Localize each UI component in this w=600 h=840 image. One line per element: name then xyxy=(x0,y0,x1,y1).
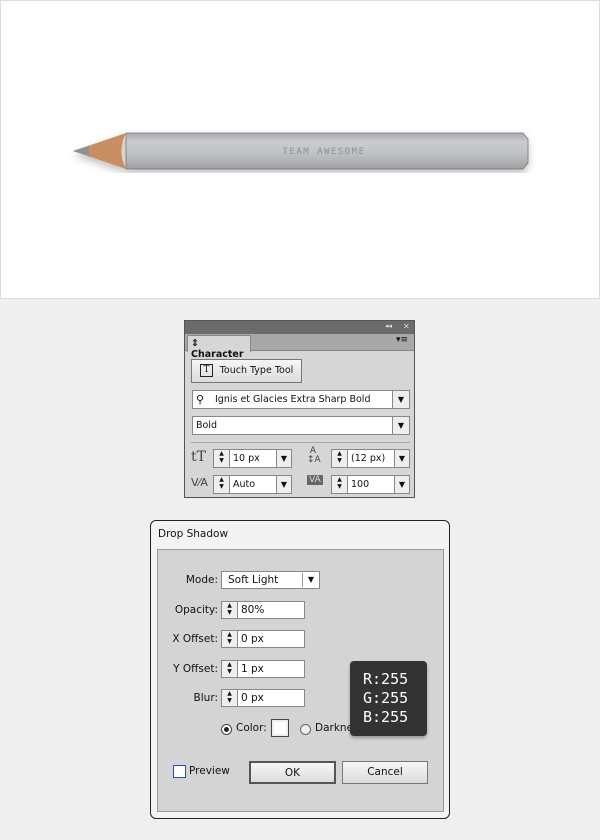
kerning-value: Auto xyxy=(233,479,256,490)
tracking-value: 100 xyxy=(351,479,370,490)
tooltip-green: G:255 xyxy=(363,689,409,707)
opacity-stepper[interactable]: ▲ ▼ xyxy=(221,601,238,619)
font-style-value: Bold xyxy=(196,420,217,431)
dialog-title: Drop Shadow xyxy=(158,528,229,540)
search-icon: ⚲ xyxy=(196,393,205,406)
character-panel: ◂◂ ✕ ⇕ Character ▾≡ T Touch Type Tool ⚲ … xyxy=(184,320,415,498)
color-tooltip: R:255 G:255 B:255 xyxy=(350,661,427,736)
preview-checkbox[interactable] xyxy=(173,765,186,778)
mode-dropdown[interactable]: Soft Light ▼ xyxy=(221,571,320,589)
darkness-radio[interactable] xyxy=(300,724,311,735)
preview-label: Preview xyxy=(189,765,230,777)
leading-stepper[interactable]: ▲ ▼ xyxy=(331,449,348,468)
opacity-label: Opacity: xyxy=(174,604,218,616)
color-radio[interactable] xyxy=(221,724,232,735)
tooltip-red: R:255 xyxy=(363,670,409,688)
leading-icon: A ↕A xyxy=(307,446,321,465)
color-swatch[interactable] xyxy=(271,719,289,737)
tab-character[interactable]: ⇕ Character xyxy=(187,335,251,360)
tracking-icon: VA xyxy=(307,475,323,485)
y-offset-stepper[interactable]: ▲ ▼ xyxy=(221,660,238,678)
x-offset-input[interactable]: 0 px xyxy=(237,630,305,648)
font-family-value: Ignis et Glacies Extra Sharp Bold xyxy=(215,394,371,405)
chevron-down-icon[interactable]: ▼ xyxy=(394,476,409,493)
y-offset-label: Y Offset: xyxy=(173,663,218,675)
touch-type-tool-button[interactable]: T Touch Type Tool xyxy=(191,359,302,383)
font-family-dropdown[interactable]: ⚲ Ignis et Glacies Extra Sharp Bold ▼ xyxy=(192,390,410,409)
kerning-input[interactable]: Auto ▼ xyxy=(229,475,292,494)
artboard: TEAM AWESOME xyxy=(0,0,600,299)
cancel-button[interactable]: Cancel xyxy=(342,761,428,784)
x-offset-label: X Offset: xyxy=(172,633,218,645)
chevron-down-icon[interactable]: ▼ xyxy=(276,476,291,493)
collapse-icon[interactable]: ◂◂ xyxy=(385,322,392,330)
color-label: Color: xyxy=(236,722,267,734)
darkness-label: Darkne xyxy=(315,722,354,734)
touch-type-icon: T xyxy=(200,364,213,377)
x-offset-stepper[interactable]: ▲ ▼ xyxy=(221,630,238,648)
kerning-stepper[interactable]: ▲ ▼ xyxy=(213,475,230,494)
y-offset-input[interactable]: 1 px xyxy=(237,660,305,678)
font-size-input[interactable]: 10 px ▼ xyxy=(229,449,292,468)
divider xyxy=(191,442,410,443)
font-size-stepper[interactable]: ▲ ▼ xyxy=(213,449,230,468)
chevron-down-icon[interactable]: ▼ xyxy=(276,450,291,467)
blur-label: Blur: xyxy=(193,692,218,704)
opacity-input[interactable]: 80% xyxy=(237,601,305,619)
chevron-down-icon[interactable]: ▼ xyxy=(392,391,409,408)
kerning-icon: V⁄A xyxy=(191,476,208,489)
font-style-dropdown[interactable]: Bold ▼ xyxy=(192,416,410,435)
font-size-value: 10 px xyxy=(233,453,260,464)
panel-menu-icon[interactable]: ▾≡ xyxy=(396,335,408,345)
tracking-input[interactable]: 100 ▼ xyxy=(347,475,410,494)
chevron-down-icon: ▼ xyxy=(302,573,319,587)
chevron-down-icon[interactable]: ▼ xyxy=(394,450,409,467)
close-icon[interactable]: ✕ xyxy=(403,322,410,331)
blur-stepper[interactable]: ▲ ▼ xyxy=(221,689,238,707)
panel-tab-bar: ⇕ Character ▾≡ xyxy=(185,334,414,360)
pencil-label: TEAM AWESOME xyxy=(282,147,365,157)
chevron-down-icon[interactable]: ▼ xyxy=(392,417,409,434)
font-size-icon: tT xyxy=(191,449,206,465)
leading-input[interactable]: (12 px) ▼ xyxy=(347,449,410,468)
leading-value: (12 px) xyxy=(351,453,386,464)
tracking-stepper[interactable]: ▲ ▼ xyxy=(331,475,348,494)
blur-input[interactable]: 0 px xyxy=(237,689,305,707)
tooltip-blue: B:255 xyxy=(363,708,409,726)
mode-value: Soft Light xyxy=(228,574,279,586)
mode-label: Mode: xyxy=(185,574,218,586)
panel-title-bar[interactable]: ◂◂ ✕ xyxy=(185,321,414,334)
button-label: Touch Type Tool xyxy=(219,365,294,376)
ok-button[interactable]: OK xyxy=(249,761,336,784)
pencil-artwork: TEAM AWESOME xyxy=(73,132,529,170)
